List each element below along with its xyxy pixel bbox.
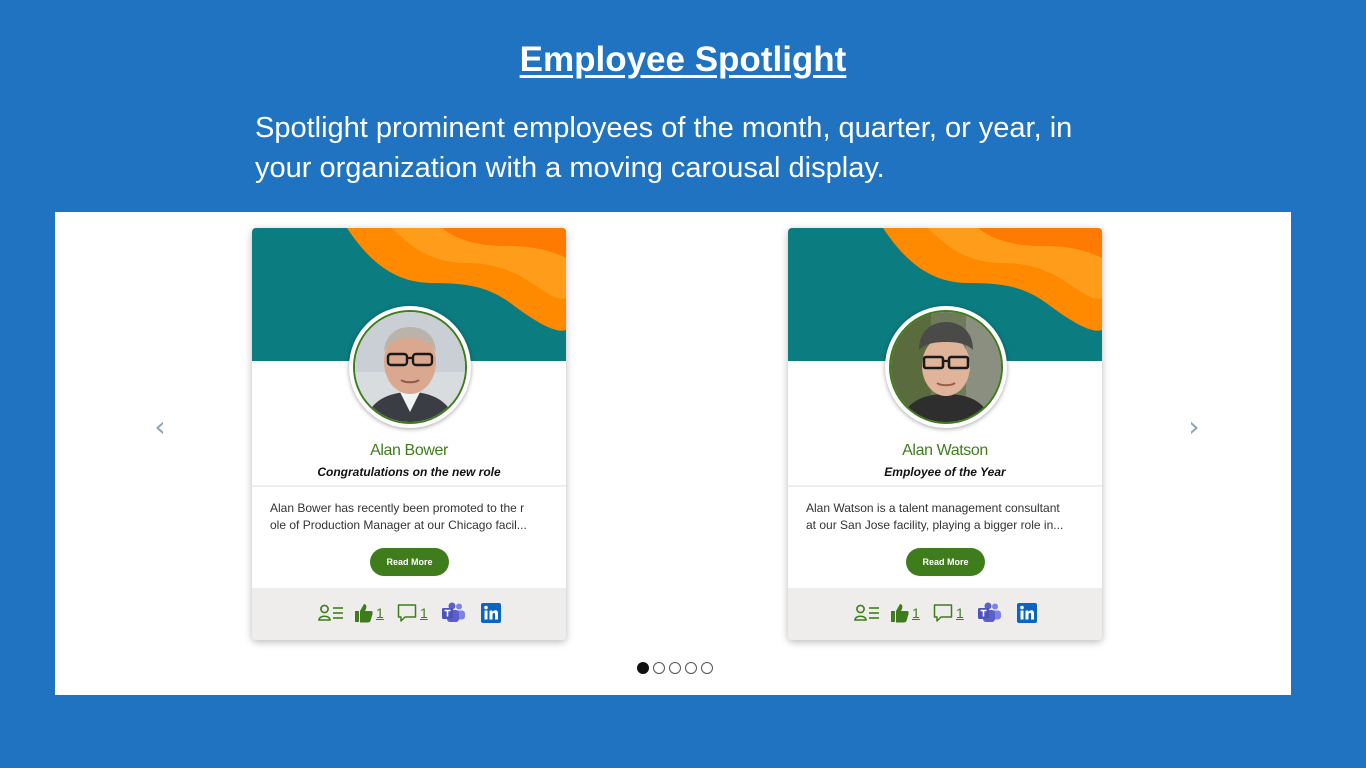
comment-button[interactable]: 1: [397, 602, 428, 624]
avatar-ring: [885, 306, 1007, 428]
teams-icon[interactable]: [977, 602, 1002, 624]
card-footer: 1 1: [252, 588, 566, 640]
spotlight-card: Alan Bower Congratulations on the new ro…: [252, 228, 566, 640]
carousel-panel: ‹ › Alan Bower Congratulations on the ne…: [55, 212, 1291, 695]
like-button[interactable]: 1: [355, 602, 384, 624]
avatar-photo-alan-bower: [355, 312, 465, 422]
linkedin-icon[interactable]: [1017, 602, 1037, 624]
like-button[interactable]: 1: [891, 602, 920, 624]
carousel-dot[interactable]: [701, 662, 713, 674]
linkedin-icon[interactable]: [481, 602, 501, 624]
carousel-dot[interactable]: [637, 662, 649, 674]
employee-name: Alan Watson: [902, 442, 988, 459]
read-more-button[interactable]: Read More: [906, 548, 985, 576]
avatar-ring: [349, 306, 471, 428]
comment-count: 1: [956, 605, 964, 621]
thumbs-up-icon: [891, 604, 909, 623]
page-subtitle: Spotlight prominent employees of the mon…: [255, 108, 1175, 188]
chevron-right-icon[interactable]: ›: [1179, 412, 1209, 442]
profile-list-icon[interactable]: [318, 602, 344, 624]
teams-icon[interactable]: [441, 602, 466, 624]
description-line-1: Alan Watson is a talent management consu…: [806, 501, 1060, 515]
divider: [788, 485, 1102, 487]
page-title: Employee Spotlight: [519, 40, 847, 79]
subtitle-line-2: your organization with a moving carousal…: [255, 152, 885, 184]
spotlight-card: Alan Watson Employee of the Year Alan Wa…: [788, 228, 1102, 640]
description-line-2: at our San Jose facility, playing a bigg…: [806, 518, 1064, 532]
like-count: 1: [912, 605, 920, 621]
comment-icon: [397, 604, 417, 622]
chevron-left-icon[interactable]: ‹: [145, 412, 175, 442]
carousel-dot[interactable]: [685, 662, 697, 674]
employee-role: Congratulations on the new role: [317, 465, 501, 479]
comment-icon: [933, 604, 953, 622]
employee-role: Employee of the Year: [884, 465, 1006, 479]
description-line-1: Alan Bower has recently been promoted to…: [270, 501, 525, 515]
subtitle-line-1: Spotlight prominent employees of the mon…: [255, 112, 1073, 144]
profile-list-icon[interactable]: [854, 602, 880, 624]
read-more-button[interactable]: Read More: [370, 548, 449, 576]
employee-description: Alan Bower has recently been promoted to…: [270, 500, 548, 534]
avatar: [353, 310, 467, 424]
carousel-pagination: [637, 662, 713, 674]
comment-count: 1: [420, 605, 428, 621]
comment-button[interactable]: 1: [933, 602, 964, 624]
thumbs-up-icon: [355, 604, 373, 623]
avatar: [889, 310, 1003, 424]
carousel-dot[interactable]: [669, 662, 681, 674]
description-line-2: ole of Production Manager at our Chicago…: [270, 518, 527, 532]
avatar-photo-alan-watson: [891, 312, 1001, 422]
divider: [252, 485, 566, 487]
employee-description: Alan Watson is a talent management consu…: [806, 500, 1084, 534]
card-footer: 1 1: [788, 588, 1102, 640]
like-count: 1: [376, 605, 384, 621]
carousel-dot[interactable]: [653, 662, 665, 674]
employee-name: Alan Bower: [370, 442, 448, 459]
